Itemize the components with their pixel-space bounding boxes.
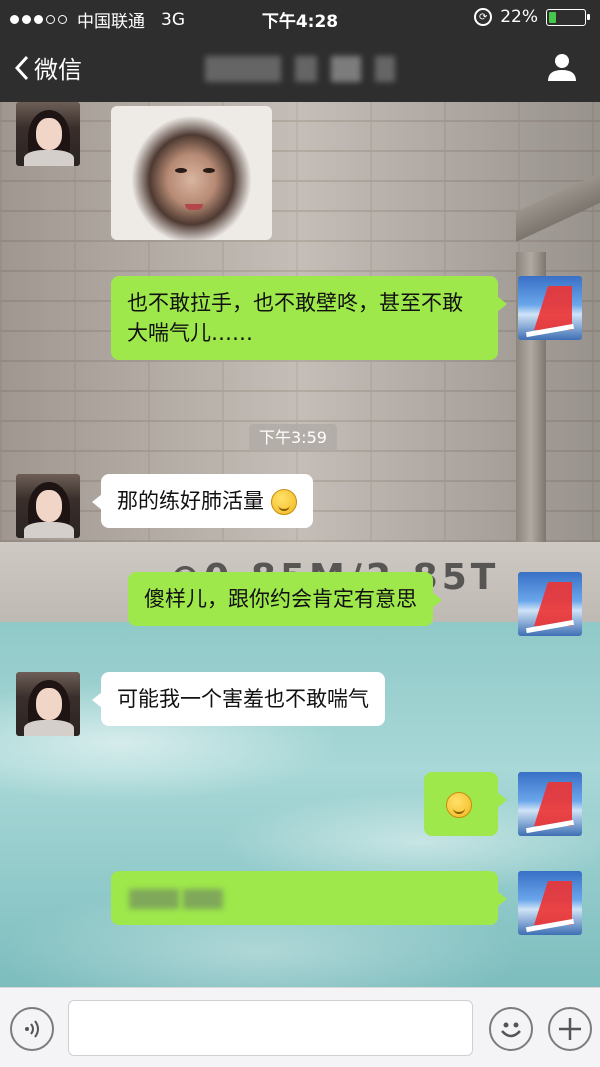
image-message[interactable] xyxy=(111,106,272,240)
battery-icon xyxy=(546,8,590,26)
message-text: 可能我一个害羞也不敢喘气 xyxy=(117,687,369,711)
message-text: 那的练好肺活量 xyxy=(117,489,264,513)
message-input[interactable] xyxy=(68,1000,473,1056)
sent-emoji-bubble[interactable] xyxy=(424,772,507,836)
my-avatar[interactable] xyxy=(518,572,582,636)
my-avatar[interactable] xyxy=(518,772,582,836)
message-text: 傻样儿，跟你约会肯定有意思 xyxy=(144,587,417,611)
chat-title-blurred xyxy=(205,56,395,82)
emoji-icon xyxy=(270,489,297,515)
received-message-bubble[interactable]: 那的练好肺活量 xyxy=(92,474,313,528)
voice-toggle-button[interactable] xyxy=(10,1007,54,1051)
battery-percent: 22% xyxy=(500,7,538,27)
received-message-bubble[interactable]: 可能我一个害羞也不敢喘气 xyxy=(92,672,385,726)
nav-bar: 微信 xyxy=(0,34,600,102)
voice-icon xyxy=(25,1020,39,1038)
input-bar xyxy=(0,987,600,1067)
my-avatar[interactable] xyxy=(518,276,582,340)
sent-message-bubble[interactable] xyxy=(111,871,507,925)
status-bar: 中国联通 3G 下午4:28 ⟳ 22% xyxy=(0,0,600,34)
blurred-name xyxy=(129,889,179,909)
contact-avatar[interactable] xyxy=(16,474,80,538)
chevron-left-icon xyxy=(14,55,29,80)
message-text: 也不敢拉手，也不敢壁咚，甚至不敢大喘气儿…… xyxy=(127,291,463,345)
message-timestamp: 下午3:59 xyxy=(249,424,337,452)
blurred-name xyxy=(183,889,223,909)
rotation-lock-icon: ⟳ xyxy=(474,8,493,26)
status-right: ⟳ 22% xyxy=(474,7,590,27)
emoji-icon xyxy=(446,792,472,818)
contact-avatar[interactable] xyxy=(16,672,80,736)
sent-message-bubble[interactable]: 傻样儿，跟你约会肯定有意思 xyxy=(128,572,442,626)
chat-info-button[interactable] xyxy=(546,52,578,86)
plus-icon xyxy=(559,1018,581,1040)
emoji-icon xyxy=(501,1022,521,1038)
contact-avatar[interactable] xyxy=(16,102,80,166)
more-button[interactable] xyxy=(548,1007,592,1051)
chat-area[interactable]: ⊗0.85M/2.85T 也不敢拉手，也不敢壁咚，甚至不敢大喘气儿…… 下午3:… xyxy=(0,102,600,987)
emoji-button[interactable] xyxy=(489,1007,533,1051)
my-avatar[interactable] xyxy=(518,871,582,935)
sent-message-bubble[interactable]: 也不敢拉手，也不敢壁咚，甚至不敢大喘气儿…… xyxy=(111,276,507,360)
back-button[interactable]: 微信 xyxy=(14,50,82,85)
person-icon xyxy=(548,54,576,81)
back-label: 微信 xyxy=(34,56,82,84)
